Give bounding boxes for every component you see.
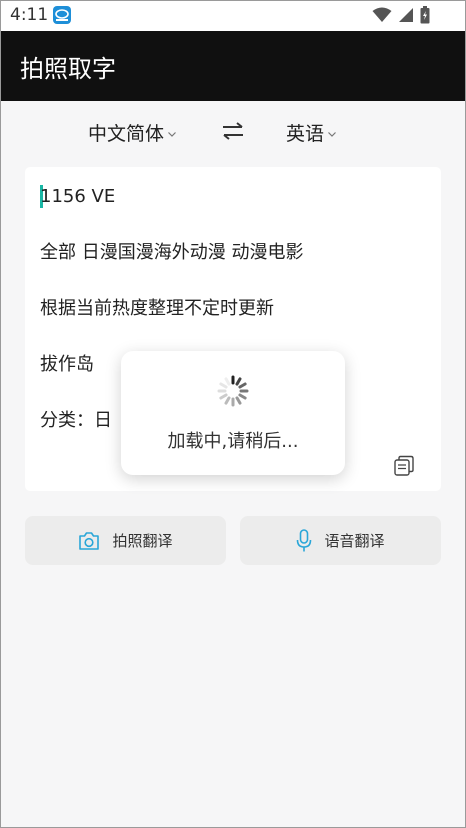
source-language-dropdown[interactable]: 中文简体 <box>88 119 177 146</box>
battery-icon <box>420 6 430 24</box>
target-language-dropdown[interactable]: 英语 <box>286 119 337 146</box>
microphone-icon <box>297 528 312 551</box>
language-selector: 中文简体 英语 <box>0 101 466 159</box>
app-bar: 拍照取字 <box>0 31 466 101</box>
camera-icon <box>79 531 100 550</box>
text-line: 根据当前热度整理不定时更新 <box>40 298 274 319</box>
text-line: 1156 VE <box>40 186 116 207</box>
source-language-label: 中文简体 <box>88 123 165 145</box>
swap-languages-icon[interactable] <box>221 121 245 141</box>
status-bar: 4:11 <box>0 0 466 31</box>
status-icons <box>372 6 430 24</box>
wifi-icon <box>372 7 392 22</box>
voice-translate-label: 语音翻译 <box>324 532 385 550</box>
loading-message: 加载中,请稍后... <box>167 431 299 452</box>
loading-spinner-icon <box>217 375 249 407</box>
photo-translate-label: 拍照翻译 <box>112 532 173 550</box>
signal-icon <box>399 8 413 22</box>
loading-dialog: 加载中,请稍后... <box>121 351 345 475</box>
chevron-down-icon <box>168 131 176 137</box>
photo-translate-button[interactable]: 拍照翻译 <box>25 516 226 565</box>
target-language-label: 英语 <box>286 123 325 145</box>
chevron-down-icon <box>328 131 336 137</box>
status-time: 4:11 <box>10 5 49 25</box>
app-notification-icon <box>53 6 71 24</box>
copy-icon[interactable] <box>393 455 415 477</box>
voice-translate-button[interactable]: 语音翻译 <box>240 516 441 565</box>
text-line: 全部 日漫国漫海外动漫 动漫电影 <box>40 242 304 263</box>
page-title: 拍照取字 <box>20 55 116 83</box>
